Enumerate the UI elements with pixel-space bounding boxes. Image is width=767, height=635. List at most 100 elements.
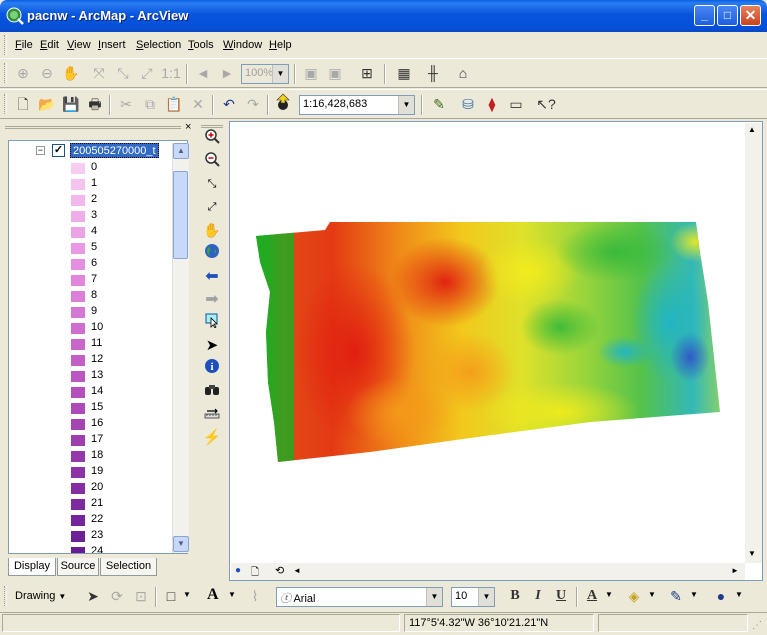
layer-visibility-checkbox[interactable]: ✓ (52, 144, 65, 157)
toc-close-icon[interactable]: × (185, 121, 191, 133)
scroll-left-icon[interactable]: ◄ (293, 566, 301, 575)
close-button[interactable]: ✕ (740, 5, 761, 26)
zoom-100-icon[interactable]: 1:1 (160, 62, 182, 84)
legend-swatch[interactable] (71, 387, 85, 398)
minimize-button[interactable]: _ (694, 5, 715, 26)
rectangle-icon[interactable]: □ (160, 585, 182, 607)
new-text-icon[interactable]: A (207, 586, 219, 604)
font-size-combo[interactable]: 10 ▼ (451, 587, 495, 607)
legend-swatch[interactable] (71, 531, 85, 542)
menu-file[interactable]: File (15, 39, 33, 51)
delete-icon[interactable]: ✕ (187, 93, 209, 115)
legend-swatch[interactable] (71, 243, 85, 254)
go-forward-extent-icon[interactable]: ➡ (201, 289, 223, 310)
edit-vertices-icon[interactable]: ⌇ (244, 585, 266, 607)
legend-swatch[interactable] (71, 275, 85, 286)
toc-scrollbar[interactable]: ▲ ▼ (172, 143, 189, 553)
paste-icon[interactable]: 📋 (163, 93, 185, 115)
scroll-up-icon[interactable]: ▲ (173, 143, 189, 159)
legend-swatch[interactable] (71, 467, 85, 478)
map-display[interactable] (229, 121, 763, 581)
bold-button[interactable]: B (504, 585, 526, 607)
select-elements-icon[interactable]: ➤ (82, 585, 104, 607)
chevron-down-icon[interactable]: ▼ (605, 590, 613, 599)
layer-name[interactable]: 200505270000_t (70, 143, 159, 158)
layout-zoom-combo[interactable]: 100% ▼ (241, 64, 289, 84)
chevron-down-icon[interactable]: ▼ (648, 590, 656, 599)
tab-selection[interactable]: Selection (100, 558, 157, 576)
rotate-icon[interactable]: ⟳ (106, 585, 128, 607)
collapse-icon[interactable]: − (36, 146, 45, 155)
open-folder-icon[interactable]: 📂 (36, 93, 58, 115)
standard-toolbar-grip[interactable] (4, 94, 7, 114)
legend-swatch[interactable] (71, 339, 85, 350)
scroll-down-icon[interactable]: ▼ (748, 549, 756, 558)
chevron-down-icon[interactable]: ▼ (690, 590, 698, 599)
focus-data-frame-icon[interactable]: ▣ (324, 62, 346, 84)
arccatalog-icon[interactable]: ⛁ (457, 93, 479, 115)
tab-display[interactable]: Display (8, 558, 56, 576)
toggle-draft-mode-icon[interactable]: ▣ (300, 62, 322, 84)
chevron-down-icon[interactable]: ▼ (183, 590, 191, 599)
legend-swatch[interactable] (71, 515, 85, 526)
legend-swatch[interactable] (71, 291, 85, 302)
zoom-whole-page-icon[interactable]: ⤧ (88, 62, 110, 84)
menu-insert[interactable]: Insert (98, 39, 126, 51)
legend-swatch[interactable] (71, 307, 85, 318)
save-icon[interactable]: 💾 (60, 93, 82, 115)
refresh-icon[interactable]: ⟲ (275, 564, 284, 577)
zoom-out-icon[interactable] (201, 151, 223, 172)
measure-icon[interactable] (201, 404, 223, 425)
cut-icon[interactable]: ✂ (115, 93, 137, 115)
font-color-icon[interactable]: A (581, 585, 603, 607)
select-elements-icon[interactable]: ➤ (201, 335, 223, 356)
menu-edit[interactable]: Edit (40, 39, 59, 51)
hyperlink-icon[interactable]: ⚡ (201, 427, 223, 448)
legend-swatch[interactable] (71, 179, 85, 190)
chevron-down-icon[interactable]: ▼ (478, 588, 494, 606)
italic-button[interactable]: I (527, 585, 549, 607)
menu-tools[interactable]: Tools (188, 39, 214, 51)
map-horizontal-scrollbar[interactable]: ● 🗋 ⟲ ◄ ► (231, 563, 745, 580)
chevron-down-icon[interactable]: ▼ (228, 590, 236, 599)
legend-swatch[interactable] (71, 435, 85, 446)
legend-swatch[interactable] (71, 419, 85, 430)
data-view-icon[interactable]: ● (235, 565, 241, 576)
chevron-down-icon[interactable]: ▼ (735, 590, 743, 599)
fixed-zoom-out-icon[interactable]: ⤢ (136, 62, 158, 84)
legend-swatch[interactable] (71, 499, 85, 510)
arctoolbox-icon[interactable]: ⧫ (481, 93, 503, 115)
next-extent-icon[interactable]: ► (216, 62, 238, 84)
whats-this-help-icon[interactable]: ↖? (535, 93, 557, 115)
chevron-down-icon[interactable]: ▼ (426, 588, 442, 606)
menu-view[interactable]: View (67, 39, 91, 51)
geoprocessing-icon[interactable]: ⌂ (452, 62, 474, 84)
fixed-zoom-in-icon[interactable]: ⤡ (201, 174, 223, 195)
legend-swatch[interactable] (71, 355, 85, 366)
layout-zoom-in-icon[interactable]: ⊕ (12, 62, 34, 84)
raster-map[interactable] (230, 122, 744, 562)
legend-swatch[interactable] (71, 483, 85, 494)
line-color-icon[interactable]: ✎ (665, 585, 687, 607)
editor-toolbar-icon[interactable]: ✎ (428, 93, 450, 115)
layout-zoom-out-icon[interactable]: ⊖ (36, 62, 58, 84)
marker-color-icon[interactable]: ● (710, 585, 732, 607)
chevron-down-icon[interactable]: ▼ (272, 65, 288, 83)
legend-swatch[interactable] (71, 195, 85, 206)
add-data-icon[interactable] (272, 93, 294, 115)
layout-toolbar-grip[interactable] (4, 63, 7, 83)
new-document-icon[interactable]: 🗋 (12, 93, 34, 115)
fixed-zoom-out-icon[interactable]: ⤢ (201, 197, 223, 218)
layout-pan-icon[interactable]: ✋ (60, 62, 82, 84)
zoom-to-selected-icon[interactable]: ⊡ (130, 585, 152, 607)
legend-swatch[interactable] (71, 323, 85, 334)
menu-selection[interactable]: Selection (136, 39, 181, 51)
map-vertical-scrollbar[interactable]: ▲ ▼ (745, 123, 762, 563)
resize-grip-icon[interactable]: ⋰ (752, 620, 762, 631)
font-name-combo[interactable]: ⓣ Arial ▼ (276, 587, 443, 607)
legend-swatch[interactable] (71, 211, 85, 222)
identify-icon[interactable]: i (201, 358, 223, 379)
chevron-down-icon[interactable]: ▼ (398, 96, 414, 114)
menu-window[interactable]: Window (223, 39, 262, 51)
underline-button[interactable]: U (550, 585, 572, 607)
